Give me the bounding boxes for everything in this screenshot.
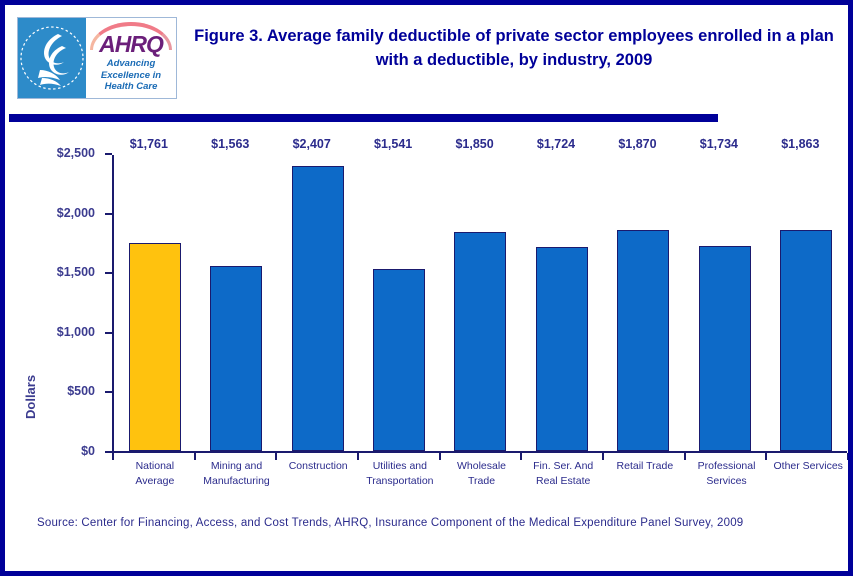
x-axis-labels: National Average Mining and Manufacturing… [114,459,848,489]
bar-slot: $1,724 [521,137,602,451]
bar-value-label: $1,850 [455,137,494,151]
x-axis-tick-label: Other Services [773,460,843,472]
chart-area: Dollars $0 $500 $1,000 $1,500 $2,000 $2,500 $… [9,129,848,519]
bar-value-label: $1,563 [211,137,250,151]
ahrq-tagline: Advancing Excellence in Health Care [100,57,162,93]
x-axis-line [112,451,847,453]
bar-value-label: $1,724 [536,137,576,151]
bar-group: $1,761 $1,563 $2,407 $1,541 $1,850 $1,724 $1,8… [114,137,847,451]
bar[interactable]: $1,870 [617,137,670,451]
bar[interactable]: $1,850 [454,137,507,451]
bar-slot: $1,863 [766,137,847,451]
x-axis-tick-label: Professional Services [697,460,756,488]
x-axis-tick-label: Mining and Manufacturing [203,460,270,488]
y-axis-tick: $2,000 [57,206,112,220]
y-axis-tick: $1,000 [57,325,112,339]
bar-value-label: $2,407 [292,137,331,151]
y-axis-tick-label: $2,500 [56,146,95,160]
plot-area: $0 $500 $1,000 $1,500 $2,000 $2,500 $1,761 $1,… [57,137,848,460]
bar-value-label: $1,870 [618,137,657,151]
hhs-seal-icon [18,18,86,98]
y-axis-tick-label: $1,500 [56,265,95,280]
bar-slot: $1,734 [684,137,765,451]
ahrq-wordmark: AHRQ [99,30,164,57]
y-axis-tick-label: $0 [81,444,95,458]
x-axis-tick-label: Utilities and Transportation [366,460,434,488]
y-axis-tick: $1,500 [57,265,112,279]
bar-slot: $1,850 [440,137,521,451]
bar-value-label: $1,863 [781,137,820,151]
bar[interactable]: $1,761 [128,137,181,451]
bar-slot: $1,870 [603,137,684,451]
figure-title: Figure 3. Average family deductible of p… [194,27,834,69]
bar-slot: $2,407 [277,137,358,451]
bar-value-label: $1,541 [374,137,413,151]
y-axis-tick: $2,500 [57,146,112,160]
y-axis-tick: $500 [67,384,112,398]
bar-value-label: $1,734 [699,137,739,151]
bar-slot: $1,563 [195,137,276,451]
ahrq-logo: AHRQ Advancing Excellence in Health Care [17,17,177,99]
y-axis-tick-label: $500 [67,384,95,399]
bar[interactable]: $1,563 [210,137,263,451]
y-axis-tick-label: $2,000 [56,205,95,220]
figure-header: AHRQ Advancing Excellence in Health Care… [9,9,844,101]
x-axis-tick-label: Construction [288,460,348,472]
bar-slot: $1,761 [114,137,195,451]
y-axis-title: Dollars [23,374,38,419]
x-axis-tick-label: Fin. Ser. And Real Estate [533,460,594,488]
figure-page: AHRQ Advancing Excellence in Health Care… [0,0,853,576]
header-divider [9,114,718,122]
bar[interactable]: $1,863 [780,137,833,451]
y-axis-tick-label: $1,000 [56,324,95,339]
source-note: Source: Center for Financing, Access, an… [37,517,744,529]
bar[interactable]: $1,734 [698,137,751,451]
x-axis-tick-label: Retail Trade [616,460,674,472]
bar[interactable]: $2,407 [291,137,344,451]
x-axis-tick-label: National Average [135,460,175,488]
ahrq-mark: AHRQ Advancing Excellence in Health Care [86,18,176,98]
figure-inner-frame: AHRQ Advancing Excellence in Health Care… [8,8,848,568]
bar[interactable]: $1,724 [535,137,588,451]
y-axis-tick: $0 [81,444,112,458]
bar[interactable]: $1,541 [373,137,426,451]
x-axis-tick-label: Wholesale Trade [457,460,507,488]
bar-slot: $1,541 [358,137,439,451]
bar-value-label: $1,761 [129,137,168,151]
